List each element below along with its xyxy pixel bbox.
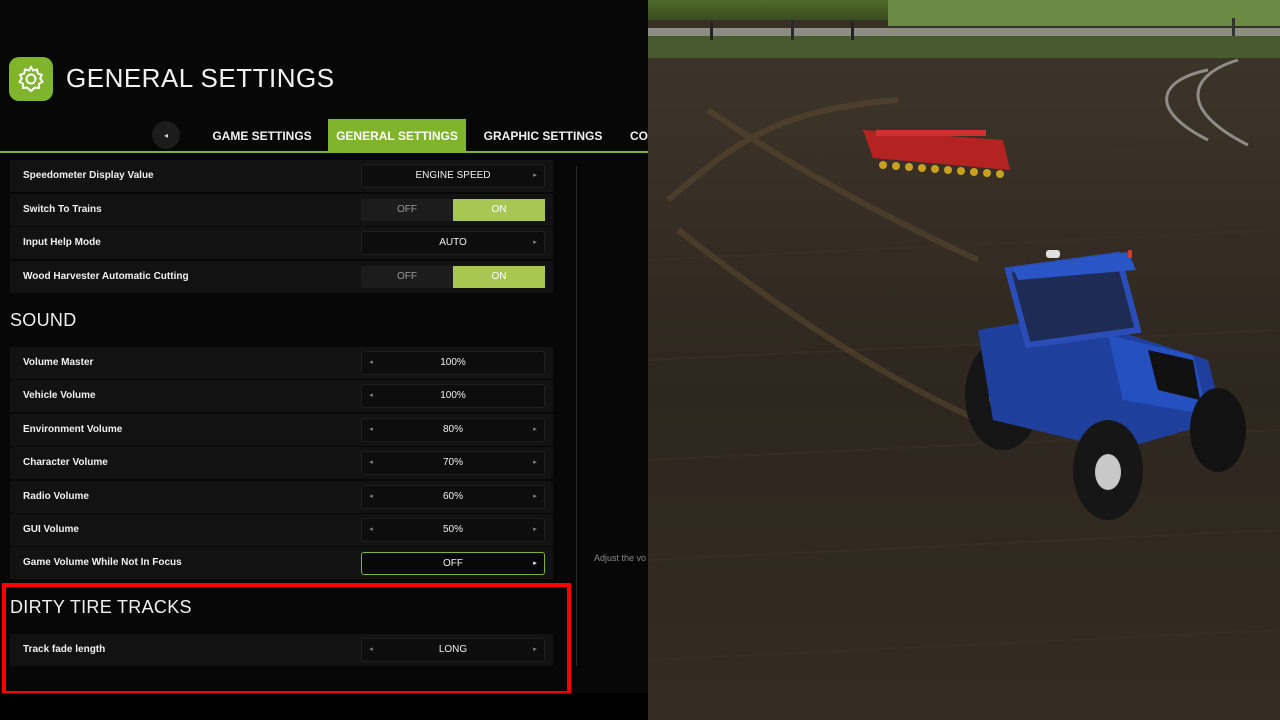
selector-value: 100% bbox=[440, 390, 466, 401]
environment-volume-selector[interactable]: ◂ 80% ▸ bbox=[361, 418, 545, 442]
toggle-on-option[interactable]: ON bbox=[453, 266, 545, 288]
tab-game-settings[interactable]: GAME SETTINGS bbox=[206, 119, 318, 152]
arrow-left-icon[interactable]: ◂ bbox=[364, 486, 378, 508]
toggle-off-option[interactable]: OFF bbox=[361, 266, 453, 288]
switch-trains-toggle[interactable]: OFF ON bbox=[361, 199, 545, 221]
arrow-right-icon[interactable]: ▸ bbox=[528, 519, 542, 541]
arrow-right-icon[interactable]: ▸ bbox=[528, 553, 542, 575]
setting-label: Radio Volume bbox=[23, 491, 89, 502]
wood-harvester-toggle[interactable]: OFF ON bbox=[361, 266, 545, 288]
selector-value: 70% bbox=[442, 457, 463, 468]
setting-row-game-volume-unfocused: Game Volume While Not In Focus OFF ▸ bbox=[10, 547, 553, 579]
setting-label: Game Volume While Not In Focus bbox=[23, 557, 182, 568]
speedometer-selector[interactable]: ▸ ENGINE SPEED bbox=[361, 164, 545, 188]
arrow-left-icon[interactable]: ◂ bbox=[364, 385, 378, 407]
arrow-left-icon[interactable]: ◂ bbox=[364, 419, 378, 441]
setting-row-character-volume: Character Volume ◂ 70% ▸ bbox=[10, 447, 553, 479]
arrow-right-icon[interactable]: ▸ bbox=[528, 232, 542, 254]
highlight-box bbox=[2, 583, 571, 695]
settings-panel: GENERAL SETTINGS ◂ GAME SETTINGS GENERAL… bbox=[0, 0, 648, 720]
game-volume-unfocused-selector[interactable]: OFF ▸ bbox=[361, 552, 545, 575]
arrow-left-icon[interactable]: ◂ bbox=[364, 519, 378, 541]
page-title: GENERAL SETTINGS bbox=[66, 63, 335, 93]
input-help-selector[interactable]: ▸ AUTO bbox=[361, 231, 545, 255]
selector-value: AUTO bbox=[439, 237, 467, 248]
selector-value: 100% bbox=[440, 357, 466, 368]
setting-label: Vehicle Volume bbox=[23, 390, 96, 401]
arrow-left-icon[interactable]: ◂ bbox=[364, 452, 378, 474]
game-scene-illustration bbox=[648, 0, 1280, 720]
character-volume-selector[interactable]: ◂ 70% ▸ bbox=[361, 451, 545, 475]
selector-value: OFF bbox=[443, 558, 463, 569]
vehicle-volume-selector[interactable]: ◂ 100% bbox=[361, 384, 545, 408]
selector-value: 50% bbox=[442, 524, 463, 535]
setting-row-environment-volume: Environment Volume ◂ 80% ▸ bbox=[10, 414, 553, 446]
arrow-right-icon[interactable]: ▸ bbox=[528, 452, 542, 474]
arrow-right-icon[interactable]: ▸ bbox=[528, 165, 542, 187]
setting-row-switch-trains: Switch To Trains OFF ON bbox=[10, 194, 553, 226]
setting-label: Character Volume bbox=[23, 457, 108, 468]
game-scene bbox=[648, 0, 1280, 720]
panel-footer-bar bbox=[0, 693, 648, 720]
gear-icon bbox=[9, 57, 53, 101]
setting-row-input-help: Input Help Mode ▸ AUTO bbox=[10, 227, 553, 259]
scrollbar-track[interactable] bbox=[576, 166, 577, 666]
setting-label: Environment Volume bbox=[23, 424, 123, 435]
tab-general-settings[interactable]: GENERAL SETTINGS bbox=[328, 119, 466, 152]
setting-label: Switch To Trains bbox=[23, 204, 102, 215]
tab-graphic-settings[interactable]: GRAPHIC SETTINGS bbox=[478, 119, 608, 152]
setting-label: Wood Harvester Automatic Cutting bbox=[23, 271, 189, 282]
radio-volume-selector[interactable]: ◂ 60% ▸ bbox=[361, 485, 545, 509]
setting-label: Input Help Mode bbox=[23, 237, 101, 248]
setting-row-vehicle-volume: Vehicle Volume ◂ 100% bbox=[10, 380, 553, 412]
setting-row-speedometer: Speedometer Display Value ▸ ENGINE SPEED bbox=[10, 160, 553, 192]
arrow-left-icon[interactable]: ◂ bbox=[364, 352, 378, 374]
selector-value: 60% bbox=[442, 491, 463, 502]
setting-row-wood-harvester: Wood Harvester Automatic Cutting OFF ON bbox=[10, 261, 553, 293]
setting-row-gui-volume: GUI Volume ◂ 50% ▸ bbox=[10, 514, 553, 546]
section-title-sound: SOUND bbox=[10, 310, 77, 330]
volume-master-selector[interactable]: ◂ 100% bbox=[361, 351, 545, 375]
setting-label: Speedometer Display Value bbox=[23, 170, 154, 181]
arrow-right-icon[interactable]: ▸ bbox=[528, 419, 542, 441]
tab-underline bbox=[0, 151, 648, 153]
arrow-right-icon[interactable]: ▸ bbox=[528, 486, 542, 508]
setting-label: GUI Volume bbox=[23, 524, 79, 535]
setting-row-volume-master: Volume Master ◂ 100% bbox=[10, 347, 553, 379]
setting-row-radio-volume: Radio Volume ◂ 60% ▸ bbox=[10, 481, 553, 513]
tab-back-button[interactable]: ◂ bbox=[152, 121, 180, 149]
selector-value: ENGINE SPEED bbox=[415, 170, 491, 181]
tab-controls[interactable]: CO bbox=[630, 119, 648, 152]
help-text: Adjust the vo bbox=[594, 553, 647, 563]
setting-label: Volume Master bbox=[23, 357, 94, 368]
toggle-on-option[interactable]: ON bbox=[453, 199, 545, 221]
gui-volume-selector[interactable]: ◂ 50% ▸ bbox=[361, 518, 545, 542]
selector-value: 80% bbox=[442, 424, 463, 435]
toggle-off-option[interactable]: OFF bbox=[361, 199, 453, 221]
